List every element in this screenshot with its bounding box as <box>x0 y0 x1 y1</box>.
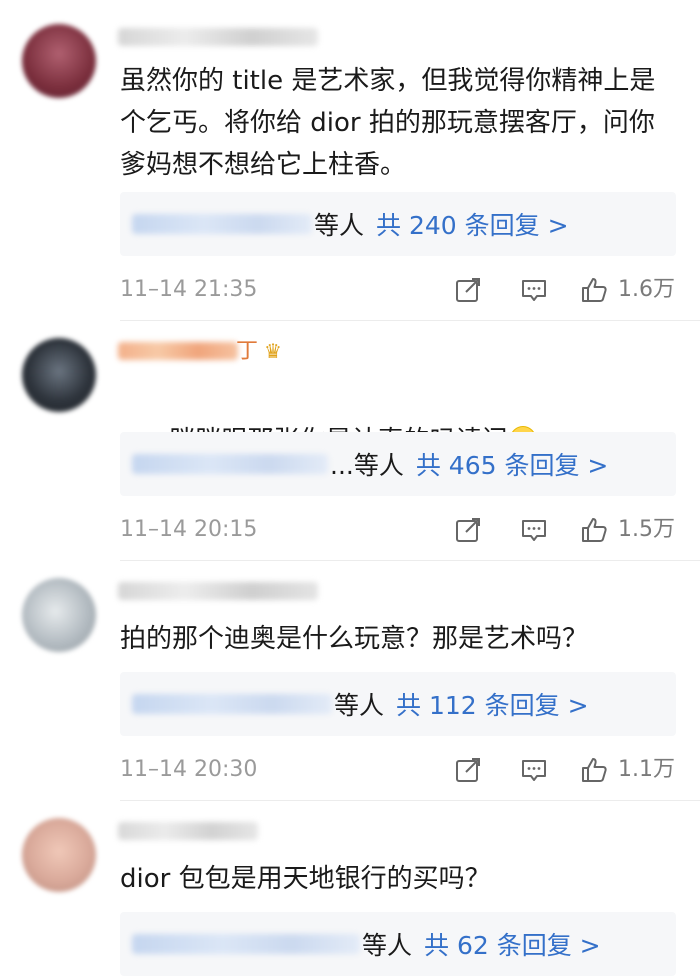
comment-meta: 11–14 20:30 1.1万 <box>120 754 680 786</box>
blurred-username[interactable] <box>118 582 318 600</box>
like-count: 1.6万 <box>618 277 675 302</box>
like-icon[interactable] <box>580 276 608 304</box>
repost-icon[interactable] <box>454 276 482 304</box>
comment-meta: 11–14 21:35 1.6万 <box>120 274 680 306</box>
blurred-username[interactable] <box>118 822 258 840</box>
repost-icon[interactable] <box>454 756 482 784</box>
like-count: 1.5万 <box>618 517 675 542</box>
blurred-reply-users <box>132 694 332 714</box>
reply-summary[interactable]: ...等人 共 465 条回复 > <box>120 432 676 496</box>
blurred-username[interactable] <box>118 28 318 46</box>
reply-count-link[interactable]: 共 240 条回复 > <box>376 206 569 242</box>
nickname-tail[interactable]: 丁 <box>236 340 258 364</box>
comment-icon[interactable] <box>520 756 548 784</box>
like-icon[interactable] <box>580 756 608 784</box>
comment-feed: 虽然你的 title 是艺术家，但我觉得你精神上是个乞丐。将你给 dior 拍的… <box>0 0 700 979</box>
timestamp: 11–14 20:15 <box>120 517 258 542</box>
reply-suffix: 等人 <box>314 211 365 240</box>
reply-count-link[interactable]: 共 112 条回复 > <box>396 686 589 722</box>
reply-summary[interactable]: 等人 共 62 条回复 > <box>120 912 676 976</box>
divider <box>120 320 700 321</box>
like-icon[interactable] <box>580 516 608 544</box>
comment-icon[interactable] <box>520 276 548 304</box>
avatar[interactable] <box>22 338 96 412</box>
reply-suffix: 等人 <box>334 691 385 720</box>
timestamp: 11–14 20:30 <box>120 757 258 782</box>
timestamp: 11–14 21:35 <box>120 277 258 302</box>
divider <box>120 560 700 561</box>
comment-text: dior 包包是用天地银行的买吗？ <box>120 864 491 894</box>
reply-suffix: 等人 <box>362 931 413 960</box>
reply-suffix: ...等人 <box>330 451 404 480</box>
divider <box>120 800 700 801</box>
comment-text: 虽然你的 title 是艺术家，但我觉得你精神上是个乞丐。将你给 dior 拍的… <box>120 66 656 180</box>
blurred-reply-users <box>132 934 360 954</box>
reply-count-link[interactable]: 共 465 条回复 > <box>416 446 609 482</box>
avatar[interactable] <box>22 24 96 98</box>
reply-summary[interactable]: 等人 共 240 条回复 > <box>120 192 676 256</box>
like-count: 1.1万 <box>618 757 675 782</box>
reply-count-link[interactable]: 共 62 条回复 > <box>424 926 601 962</box>
repost-icon[interactable] <box>454 516 482 544</box>
reply-summary[interactable]: 等人 共 112 条回复 > <box>120 672 676 736</box>
comment-icon[interactable] <box>520 516 548 544</box>
comment-text: 拍的那个迪奥是什么玩意？那是艺术吗？ <box>120 624 589 654</box>
comment-meta: 11–14 20:15 1.5万 <box>120 514 680 546</box>
avatar[interactable] <box>22 578 96 652</box>
blurred-username[interactable] <box>118 342 238 360</box>
blurred-reply-users <box>132 214 312 234</box>
avatar[interactable] <box>22 818 96 892</box>
crown-badge-icon: ♛ <box>264 339 282 363</box>
blurred-reply-users <box>132 454 328 474</box>
